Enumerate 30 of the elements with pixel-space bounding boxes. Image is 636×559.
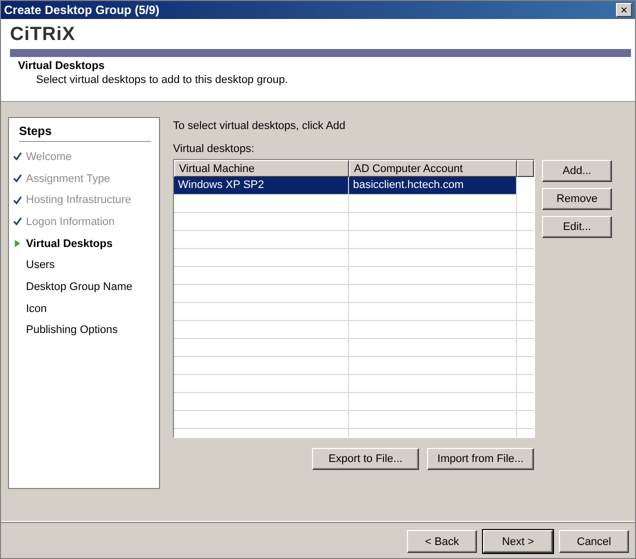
- column-header[interactable]: Virtual Machine: [174, 160, 349, 177]
- file-button[interactable]: Import from File...: [427, 448, 534, 470]
- step-label: Hosting Infrastructure: [26, 194, 132, 206]
- wizard-button[interactable]: Next >: [483, 530, 553, 553]
- table-cell[interactable]: Windows XP SP2: [174, 177, 349, 195]
- step-label: Desktop Group Name: [26, 280, 132, 293]
- window-title: Create Desktop Group (5/9): [4, 3, 160, 17]
- step-label: Users: [26, 259, 55, 272]
- side-button[interactable]: Edit...: [542, 216, 612, 238]
- step-label: Publishing Options: [26, 324, 118, 336]
- side-button[interactable]: Remove: [542, 188, 612, 210]
- side-button[interactable]: Add...: [542, 160, 612, 182]
- wizard-button[interactable]: Cancel: [559, 530, 629, 553]
- step-label: Logon Information: [26, 216, 115, 228]
- step-label: Assignment Type: [26, 172, 110, 185]
- logo: CiTRiX: [10, 24, 76, 47]
- step-label: Welcome: [26, 150, 72, 163]
- file-button[interactable]: Export to File...: [312, 448, 419, 470]
- step-label: Icon: [26, 302, 47, 315]
- page-title: Virtual Desktops: [18, 60, 106, 72]
- instruction-text: To select virtual desktops, click Add: [173, 120, 346, 134]
- steps-heading: Steps: [19, 124, 53, 138]
- page-subtitle: Select virtual desktops to add to this desktop group.: [36, 74, 289, 86]
- list-label: Virtual desktops:: [173, 143, 256, 157]
- step-label: Virtual Desktops: [26, 238, 113, 250]
- column-header[interactable]: AD Computer Account: [349, 160, 517, 177]
- close-button[interactable]: ×: [616, 3, 632, 17]
- table-cell[interactable]: basicclient.hctech.com: [349, 177, 517, 195]
- column-header[interactable]: [517, 160, 534, 177]
- wizard-button[interactable]: < Back: [407, 530, 477, 553]
